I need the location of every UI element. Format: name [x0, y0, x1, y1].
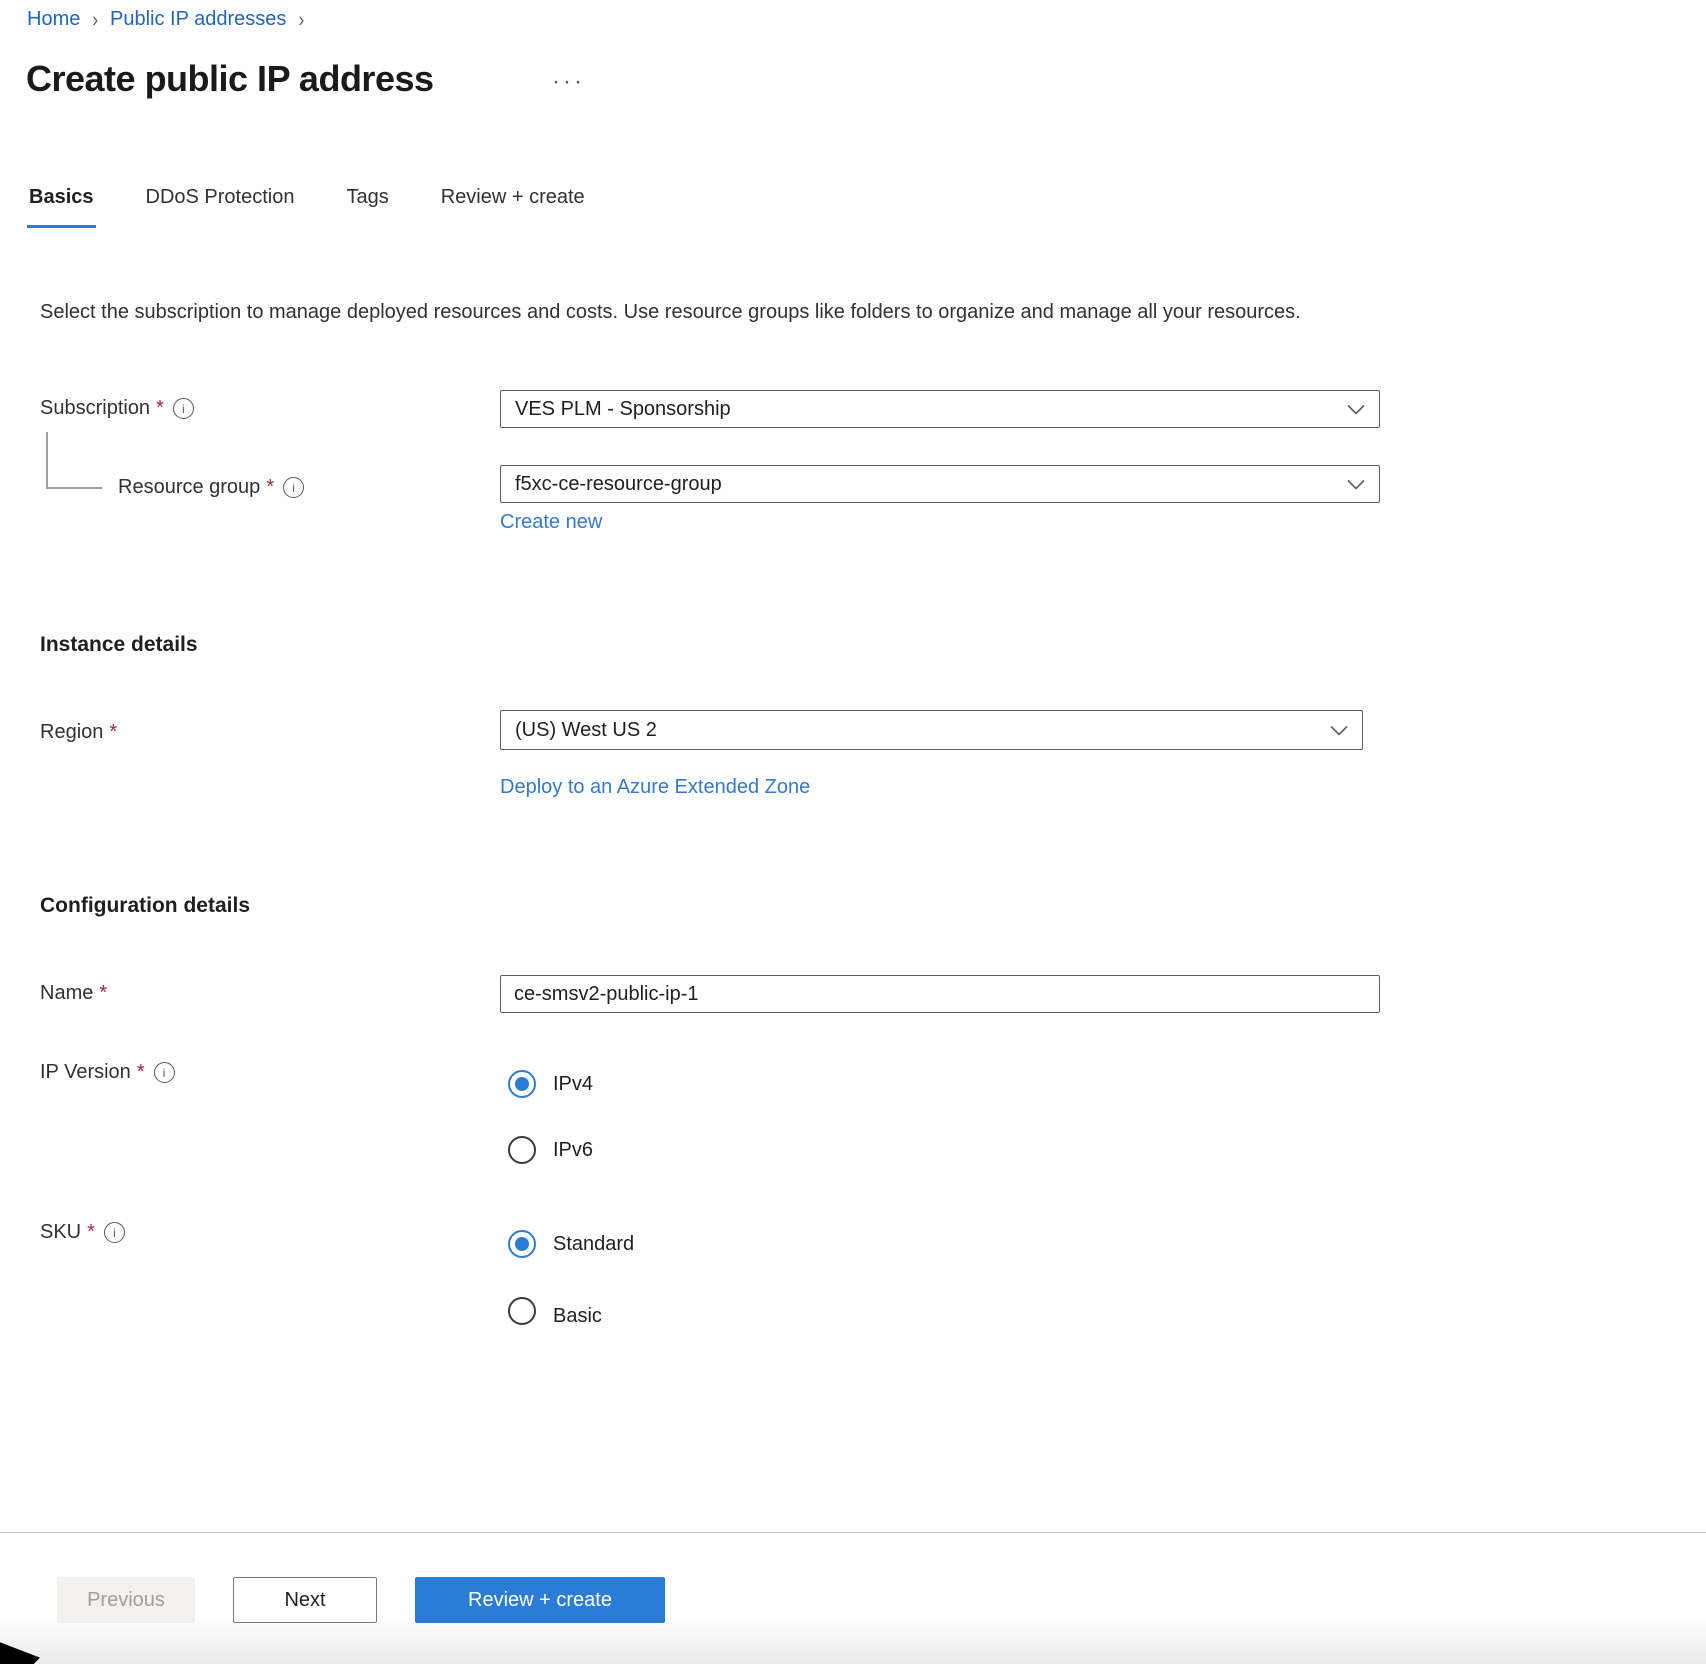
region-label-text: Region — [40, 721, 103, 744]
required-asterisk: * — [266, 476, 274, 499]
review-create-button[interactable]: Review + create — [415, 1577, 665, 1623]
sku-basic-radio-label[interactable]: Basic — [553, 1305, 602, 1328]
tab-review-create[interactable]: Review + create — [439, 186, 587, 228]
create-new-link[interactable]: Create new — [500, 511, 602, 534]
radio-row-basic: Basic — [508, 1297, 602, 1325]
ipv4-radio-label[interactable]: IPv4 — [553, 1073, 593, 1096]
info-icon[interactable]: i — [104, 1222, 125, 1243]
info-icon[interactable]: i — [154, 1062, 175, 1083]
next-button[interactable]: Next — [233, 1577, 377, 1623]
tree-connector-vertical — [46, 432, 48, 488]
ip-version-label: IP Version * i — [40, 1061, 175, 1084]
tab-tags[interactable]: Tags — [344, 186, 390, 228]
tree-connector-horizontal — [46, 487, 102, 489]
tab-bar: Basics DDoS Protection Tags Review + cre… — [27, 186, 635, 228]
subscription-dropdown[interactable]: VES PLM - Sponsorship — [500, 390, 1380, 428]
name-label: Name * — [40, 982, 107, 1005]
intro-text: Select the subscription to manage deploy… — [40, 296, 1370, 328]
breadcrumb: Home › Public IP addresses › — [27, 8, 304, 31]
resource-group-label: Resource group * i — [118, 476, 304, 499]
ip-version-label-text: IP Version — [40, 1061, 131, 1084]
name-label-text: Name — [40, 982, 93, 1005]
region-label: Region * — [40, 721, 117, 744]
required-asterisk: * — [109, 721, 117, 744]
mouse-cursor-icon — [0, 1640, 40, 1664]
instance-details-heading: Instance details — [40, 633, 198, 657]
radio-row-ipv6: IPv6 — [508, 1136, 593, 1164]
ipv6-radio[interactable] — [508, 1136, 536, 1164]
breadcrumb-public-ip-link[interactable]: Public IP addresses — [110, 8, 286, 31]
previous-button[interactable]: Previous — [57, 1577, 195, 1623]
resource-group-value: f5xc-ce-resource-group — [515, 473, 722, 496]
sku-basic-radio[interactable] — [508, 1297, 536, 1325]
sku-label-text: SKU — [40, 1221, 81, 1244]
required-asterisk: * — [87, 1221, 95, 1244]
subscription-label: Subscription * i — [40, 397, 194, 420]
tab-ddos-protection[interactable]: DDoS Protection — [144, 186, 297, 228]
chevron-down-icon — [1347, 479, 1365, 490]
required-asterisk: * — [156, 397, 164, 420]
chevron-right-icon: › — [92, 7, 98, 32]
create-public-ip-page: Home › Public IP addresses › Create publ… — [0, 0, 1706, 1664]
region-value: (US) West US 2 — [515, 719, 657, 742]
chevron-down-icon — [1347, 404, 1365, 415]
name-input[interactable] — [500, 975, 1380, 1013]
radio-row-standard: Standard — [508, 1230, 634, 1258]
sku-label: SKU * i — [40, 1221, 125, 1244]
required-asterisk: * — [99, 982, 107, 1005]
resource-group-label-text: Resource group — [118, 476, 260, 499]
configuration-details-heading: Configuration details — [40, 894, 250, 918]
tab-basics[interactable]: Basics — [27, 186, 96, 228]
subscription-label-text: Subscription — [40, 397, 150, 420]
more-options-icon[interactable]: ··· — [552, 68, 585, 96]
subscription-value: VES PLM - Sponsorship — [515, 398, 731, 421]
form-scroll-area: Home › Public IP addresses › Create publ… — [0, 0, 1706, 1332]
region-dropdown[interactable]: (US) West US 2 — [500, 710, 1363, 750]
ipv6-radio-label[interactable]: IPv6 — [553, 1139, 593, 1162]
breadcrumb-home-link[interactable]: Home — [27, 8, 80, 31]
sku-standard-radio-label[interactable]: Standard — [553, 1233, 634, 1256]
chevron-down-icon — [1330, 725, 1348, 736]
resource-group-dropdown[interactable]: f5xc-ce-resource-group — [500, 465, 1380, 503]
info-icon[interactable]: i — [283, 477, 304, 498]
radio-row-ipv4: IPv4 — [508, 1070, 593, 1098]
ipv4-radio[interactable] — [508, 1070, 536, 1098]
chevron-right-icon: › — [298, 7, 304, 32]
footer-divider — [0, 1532, 1706, 1533]
page-title: Create public IP address — [26, 58, 434, 100]
sku-standard-radio[interactable] — [508, 1230, 536, 1258]
info-icon[interactable]: i — [173, 398, 194, 419]
required-asterisk: * — [137, 1061, 145, 1084]
azure-extended-zone-link[interactable]: Deploy to an Azure Extended Zone — [500, 776, 810, 799]
